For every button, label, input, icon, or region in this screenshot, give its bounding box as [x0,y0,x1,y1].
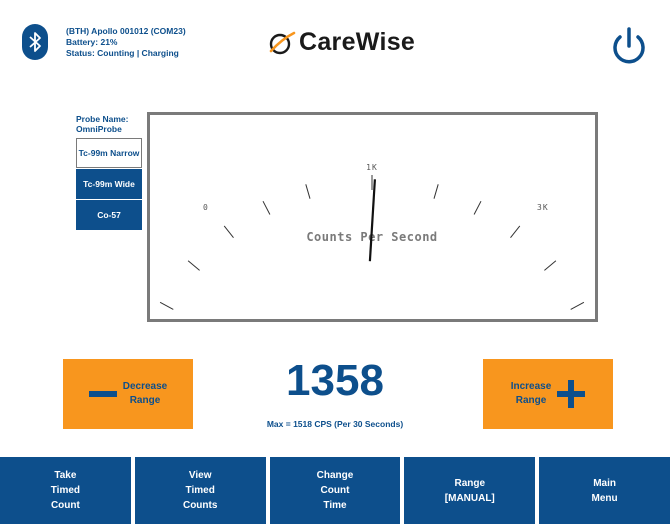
app-logo: CareWise [268,28,415,57]
bluetooth-icon[interactable] [22,24,48,60]
probe-name-label: Probe Name: OmniProbe [76,114,129,134]
take-timed-count-button[interactable]: Take Timed Count [0,457,131,524]
power-button[interactable] [608,26,650,68]
gauge-tick [223,225,234,239]
carewise-logo-icon [269,31,296,54]
main-menu-button[interactable]: Main Menu [539,457,670,524]
device-status: (BTH) Apollo 001012 (COM23) Battery: 21%… [66,26,186,59]
device-name: (BTH) Apollo 001012 (COM23) [66,26,186,36]
bottom-nav-bar: Take Timed Count View Timed Counts Change Cou… [0,457,670,524]
increase-range-label: Increase Range [510,381,552,406]
gauge-tick [510,225,521,239]
gauge-dial: 0 1K 3K Counts Per Second [159,163,585,310]
gauge-tick [262,200,271,215]
probe-name-value: OmniProbe [76,124,122,134]
isotope-tc99m-wide-button[interactable]: Tc-99m Wide [76,169,142,199]
increase-range-button[interactable]: Increase Range [483,359,613,429]
battery-level: Battery: 21% [66,37,118,47]
gauge-tick [544,260,557,271]
gauge-tick [159,301,174,310]
gauge-tick [473,200,482,215]
gauge-max-label: 3K [537,203,549,212]
plus-icon [557,380,586,408]
bluetooth-glyph [29,32,41,52]
isotope-co57-button[interactable]: Co-57 [76,200,142,230]
gauge-needle [368,179,376,262]
power-icon [613,27,645,64]
device-state: Status: Counting | Charging [66,48,179,58]
gauge-min-label: 0 [203,203,209,212]
range-mode-button[interactable]: Range [MANUAL] [404,457,536,524]
gauge-tick [305,184,311,199]
logo-text: CareWise [299,28,416,56]
gauge-tick [187,260,200,271]
cps-gauge: 0 1K 3K Counts Per Second [147,112,598,322]
view-timed-counts-button[interactable]: View Timed Counts [134,457,266,524]
change-count-time-button[interactable]: Change Count Time [269,457,401,524]
isotope-tc99m-narrow-button[interactable]: Tc-99m Narrow [76,138,142,168]
gauge-tick [433,184,439,199]
gauge-mid-label: 1K [366,163,378,172]
gauge-tick [570,301,585,310]
